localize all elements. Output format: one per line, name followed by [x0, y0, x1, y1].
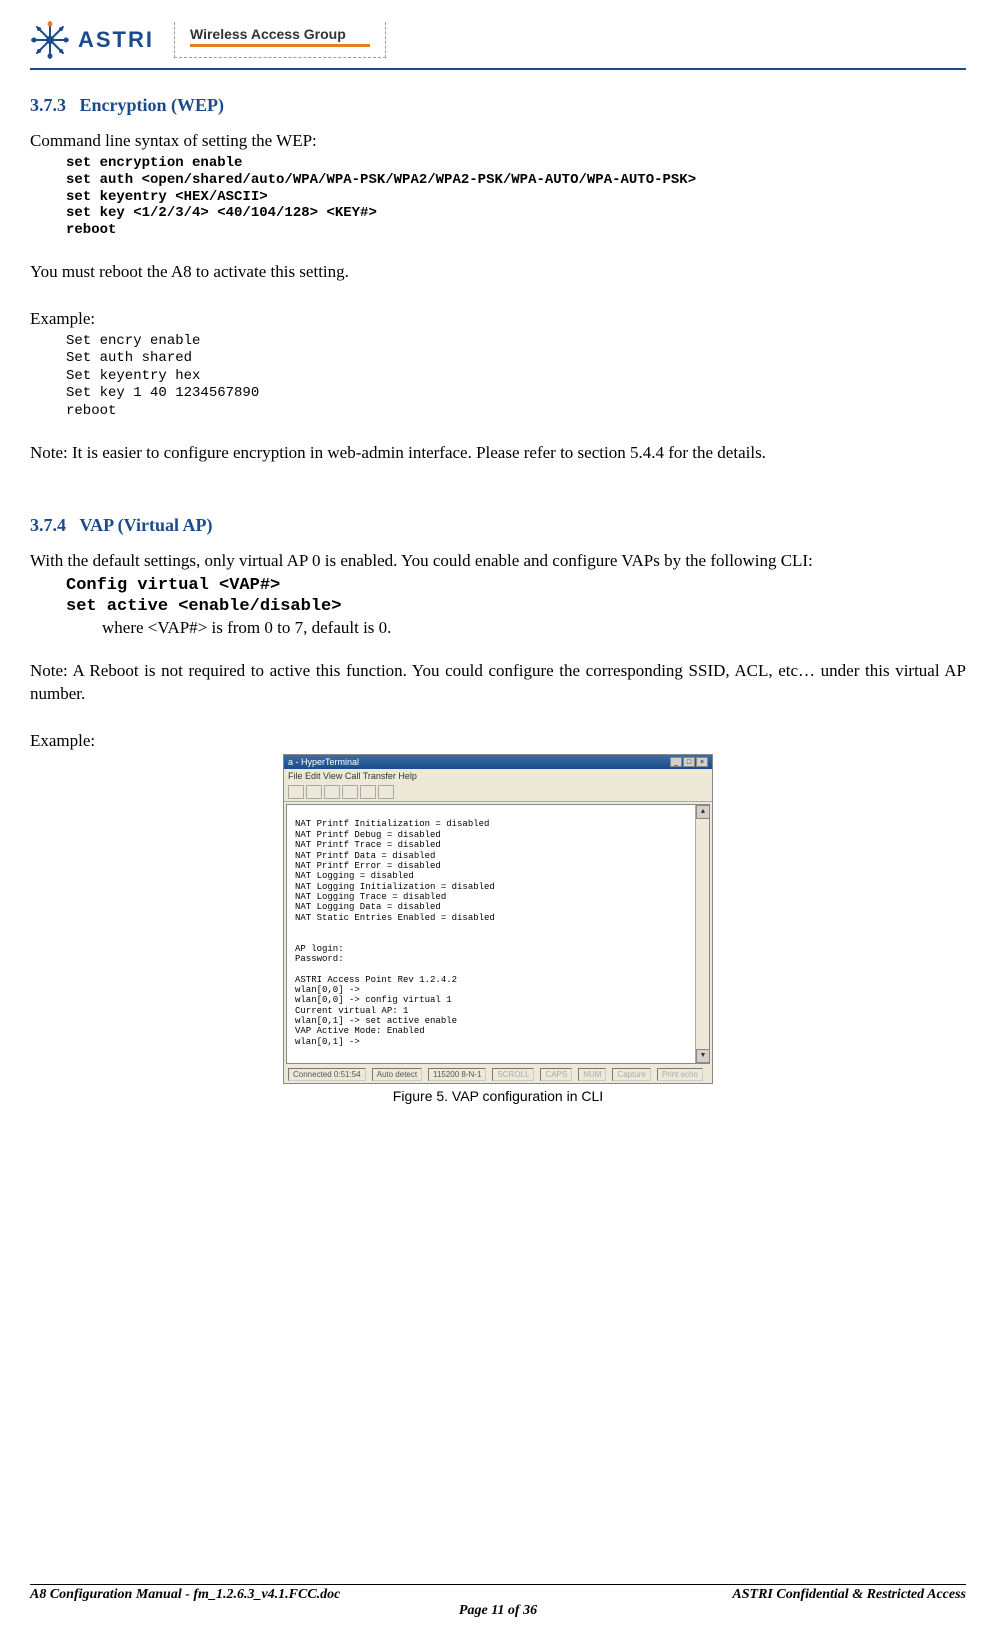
tool-button[interactable]	[378, 785, 394, 799]
tool-button[interactable]	[342, 785, 358, 799]
logo: ASTRI	[30, 20, 154, 60]
status-capture: Capture	[612, 1068, 650, 1081]
status-bar: Connected 0:51:54 Auto detect 115200 8-N…	[284, 1066, 712, 1083]
astri-logo-icon	[30, 20, 70, 60]
section-number: 3.7.4	[30, 515, 66, 535]
status-num: NUM	[578, 1068, 606, 1081]
tool-button[interactable]	[360, 785, 376, 799]
note-text: Note: A Reboot is not required to active…	[30, 660, 966, 706]
window-title: a - HyperTerminal	[288, 757, 359, 767]
section-title: Encryption (WEP)	[80, 95, 225, 115]
where-note: where <VAP#> is from 0 to 7, default is …	[102, 618, 966, 638]
tool-button[interactable]	[306, 785, 322, 799]
example-code: Set encry enable Set auth shared Set key…	[66, 333, 966, 421]
status-printecho: Print echo	[657, 1068, 703, 1081]
header-group-box: Wireless Access Group	[174, 22, 386, 58]
status-caps: CAPS	[540, 1068, 572, 1081]
example-label: Example:	[30, 730, 966, 753]
body-text: Command line syntax of setting the WEP:	[30, 130, 966, 153]
orange-divider	[190, 44, 370, 47]
section-heading-vap: 3.7.4 VAP (Virtual AP)	[30, 515, 966, 536]
figure-caption: Figure 5. VAP configuration in CLI	[30, 1088, 966, 1104]
maximize-icon[interactable]: □	[683, 757, 695, 767]
menu-bar[interactable]: File Edit View Call Transfer Help	[284, 769, 712, 783]
footer-page-number: Page 11 of 36	[30, 1603, 966, 1619]
status-baud: 115200 8-N-1	[428, 1068, 486, 1081]
terminal-output: NAT Printf Initialization = disabled NAT…	[291, 809, 705, 1059]
terminal-figure: a - HyperTerminal _ □ × File Edit View C…	[30, 754, 966, 1104]
window-titlebar: a - HyperTerminal _ □ ×	[284, 755, 712, 769]
section-number: 3.7.3	[30, 95, 66, 115]
note-text: Note: It is easier to configure encrypti…	[30, 442, 966, 465]
hyperterminal-window: a - HyperTerminal _ □ × File Edit View C…	[283, 754, 713, 1084]
status-connected: Connected 0:51:54	[288, 1068, 366, 1081]
toolbar	[284, 783, 712, 802]
body-text: With the default settings, only virtual …	[30, 550, 966, 573]
footer-right: ASTRI Confidential & Restricted Access	[732, 1587, 966, 1603]
minimize-icon[interactable]: _	[670, 757, 682, 767]
logo-text: ASTRI	[78, 27, 154, 53]
code-block: Config virtual <VAP#> set active <enable…	[66, 575, 966, 618]
page-header: ASTRI Wireless Access Group	[30, 20, 966, 70]
page-footer: A8 Configuration Manual - fm_1.2.6.3_v4.…	[30, 1584, 966, 1619]
scrollbar[interactable]: ▲ ▼	[695, 805, 709, 1063]
header-group-title: Wireless Access Group	[190, 26, 370, 42]
code-block: set encryption enable set auth <open/sha…	[66, 155, 966, 239]
tool-button[interactable]	[324, 785, 340, 799]
tool-button[interactable]	[288, 785, 304, 799]
status-autodetect: Auto detect	[372, 1068, 422, 1081]
example-label: Example:	[30, 308, 966, 331]
body-text: You must reboot the A8 to activate this …	[30, 261, 966, 284]
scroll-up-icon[interactable]: ▲	[696, 805, 710, 819]
section-heading-encryption: 3.7.3 Encryption (WEP)	[30, 95, 966, 116]
scroll-down-icon[interactable]: ▼	[696, 1049, 710, 1063]
section-title: VAP (Virtual AP)	[80, 515, 213, 535]
footer-left: A8 Configuration Manual - fm_1.2.6.3_v4.…	[30, 1587, 340, 1603]
status-scroll: SCROLL	[492, 1068, 534, 1081]
close-icon[interactable]: ×	[696, 757, 708, 767]
